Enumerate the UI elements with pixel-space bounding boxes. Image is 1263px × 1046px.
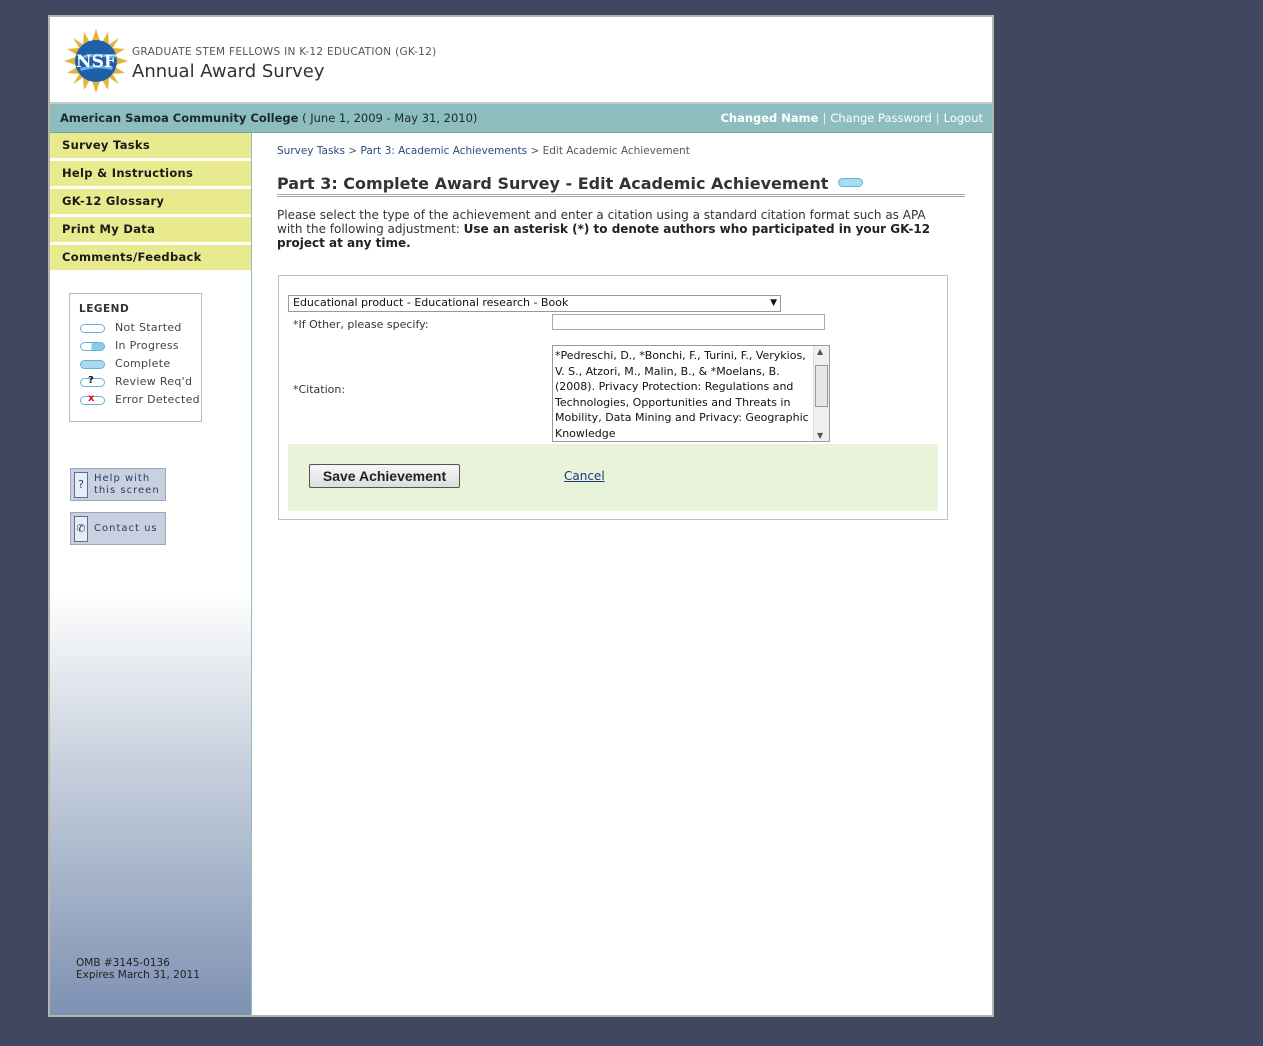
achievement-form: Educational product - Educational resear…	[278, 275, 948, 520]
separator: |	[935, 111, 940, 125]
breadcrumb-current: Edit Academic Achievement	[542, 145, 690, 157]
error-icon: x	[80, 393, 105, 405]
breadcrumb: Survey Tasks > Part 3: Academic Achievem…	[277, 145, 690, 157]
nav-comments-feedback[interactable]: Comments/Feedback	[50, 245, 251, 273]
save-achievement-button[interactable]: Save Achievement	[309, 464, 460, 488]
scroll-up-icon[interactable]: ▲	[817, 347, 823, 356]
app-frame: NSF GRADUATE STEM FELLOWS IN K-12 EDUCAT…	[48, 15, 994, 1017]
other-specify-input[interactable]	[552, 314, 825, 330]
contact-us-button[interactable]: ✆ Contact us	[70, 512, 166, 545]
institution-name: American Samoa Community College	[60, 111, 299, 125]
other-label: *If Other, please specify:	[293, 318, 429, 331]
institution-bar: American Samoa Community College ( June …	[50, 104, 992, 133]
scroll-down-icon[interactable]: ▼	[817, 431, 823, 440]
omb-info: OMB #3145-0136 Expires March 31, 2011	[76, 957, 200, 981]
achievement-type-select[interactable]: Educational product - Educational resear…	[288, 295, 781, 312]
nav-print-my-data[interactable]: Print My Data	[50, 217, 251, 245]
legend-title: LEGEND	[79, 303, 130, 315]
separator: |	[822, 111, 827, 125]
logo-text: NSF	[76, 52, 116, 72]
complete-icon	[80, 360, 105, 369]
complete-status-icon	[838, 178, 864, 187]
scroll-thumb[interactable]	[815, 365, 828, 407]
not-started-icon	[80, 324, 105, 333]
header-subtitle: GRADUATE STEM FELLOWS IN K-12 EDUCATION …	[132, 46, 437, 58]
change-password-link[interactable]: Change Password	[830, 111, 931, 125]
breadcrumb-survey-tasks[interactable]: Survey Tasks	[277, 145, 345, 157]
nav-glossary[interactable]: GK-12 Glossary	[50, 189, 251, 217]
logout-link[interactable]: Logout	[944, 111, 983, 125]
page-title: Part 3: Complete Award Survey - Edit Aca…	[277, 174, 965, 197]
page-heading: Annual Award Survey	[132, 61, 325, 82]
legend: LEGEND Not Started In Progress Complete …	[69, 293, 202, 422]
help-icon: ?	[74, 472, 88, 498]
citation-textarea[interactable]: *Pedreschi, D., *Bonchi, F., Turini, F.,…	[552, 345, 830, 442]
award-period: ( June 1, 2009 - May 31, 2010)	[302, 111, 478, 125]
scrollbar[interactable]: ▲ ▼	[813, 346, 829, 441]
sidebar: Survey Tasks Help & Instructions GK-12 G…	[50, 133, 252, 1015]
user-name-link[interactable]: Changed Name	[720, 111, 818, 125]
review-icon: ?	[80, 375, 105, 387]
nav-help-instructions[interactable]: Help & Instructions	[50, 161, 251, 189]
instructions-text: Please select the type of the achievemen…	[277, 208, 931, 250]
phone-icon: ✆	[74, 516, 88, 542]
breadcrumb-part3[interactable]: Part 3: Academic Achievements	[361, 145, 528, 157]
nsf-logo: NSF	[64, 29, 128, 93]
header: NSF GRADUATE STEM FELLOWS IN K-12 EDUCAT…	[50, 17, 992, 104]
chevron-down-icon: ▼	[770, 298, 777, 308]
main-content: Survey Tasks > Part 3: Academic Achievem…	[252, 133, 992, 1015]
form-actions: Save Achievement Cancel	[288, 444, 938, 511]
cancel-link[interactable]: Cancel	[564, 469, 605, 483]
in-progress-icon	[80, 342, 105, 351]
citation-label: *Citation:	[293, 383, 346, 396]
help-screen-button[interactable]: ? Help with this screen	[70, 468, 166, 501]
nav-survey-tasks[interactable]: Survey Tasks	[50, 133, 251, 161]
